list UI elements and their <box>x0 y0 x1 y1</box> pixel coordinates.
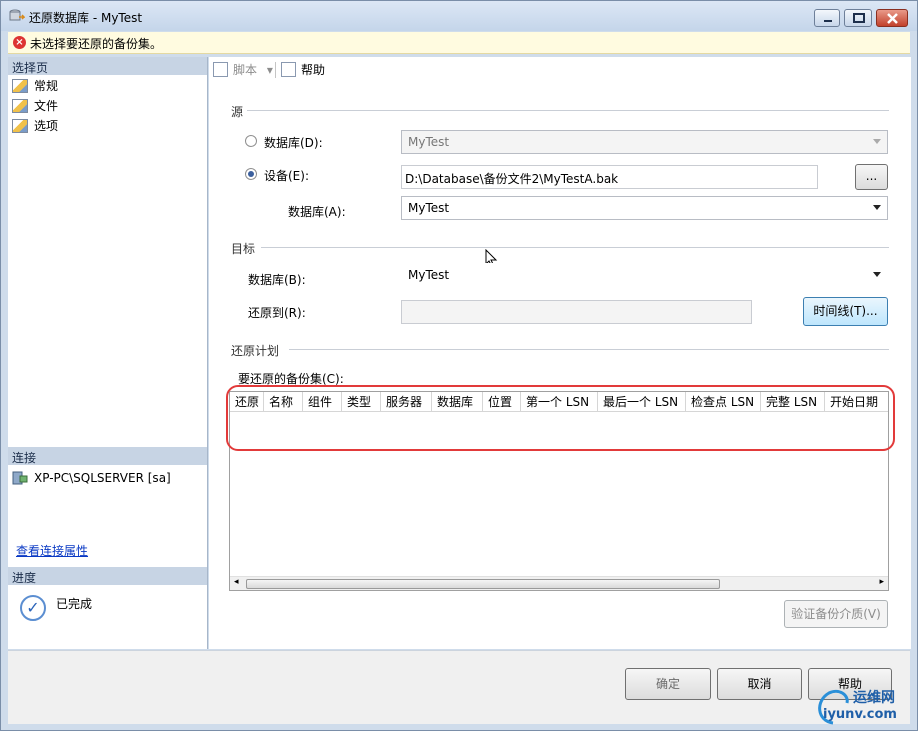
page-general-label: 常规 <box>34 79 59 93</box>
page-files[interactable]: 文件 <box>12 97 58 115</box>
restore-to-field[interactable] <box>401 300 752 324</box>
device-label: 设备(E): <box>264 169 309 183</box>
maximize-icon <box>853 13 865 23</box>
title-bar: 还原数据库 - MyTest <box>1 1 917 31</box>
annotation-highlight <box>226 385 895 451</box>
watermark-brand: 运维网 <box>853 690 895 706</box>
database-restore-icon <box>9 9 25 21</box>
page-icon <box>12 79 28 93</box>
device-path-field[interactable]: D:\Database\备份文件2\MyTestA.bak <box>401 165 818 189</box>
dialog-buttons-bar: 确定 取消 帮助 <box>8 650 910 724</box>
script-button[interactable]: 脚本 ▾ <box>213 61 273 79</box>
page-icon <box>12 119 28 133</box>
maximize-button[interactable] <box>844 9 872 27</box>
help-toolbar-button[interactable]: 帮助 <box>281 61 325 79</box>
minimize-icon <box>824 20 832 22</box>
page-options[interactable]: 选项 <box>12 117 58 135</box>
restore-to-label: 还原到(R): <box>248 306 306 320</box>
plan-section-title: 还原计划 <box>231 344 280 358</box>
cancel-button[interactable]: 取消 <box>717 668 802 700</box>
close-button[interactable] <box>876 9 908 27</box>
divider <box>261 247 889 248</box>
timeline-button[interactable]: 时间线(T)... <box>803 297 888 326</box>
script-label: 脚本 <box>233 63 258 77</box>
chevron-down-icon <box>873 205 881 210</box>
connection-server: XP-PC\SQLSERVER [sa] <box>12 469 171 487</box>
progress-header: 进度 <box>8 567 207 585</box>
error-message: 未选择要还原的备份集。 <box>30 37 163 51</box>
watermark-logo: 运维网 iyunv.com <box>813 685 917 727</box>
horizontal-scrollbar[interactable]: ◂ ▸ <box>230 576 888 590</box>
scrollbar-thumb[interactable] <box>246 579 720 589</box>
chevron-down-icon <box>873 139 881 144</box>
watermark-url: iyunv.com <box>823 707 897 722</box>
right-panel: 脚本 ▾ 帮助 源 数据库(D): MyTest 设备(E): D:\Datab… <box>209 57 911 649</box>
verify-backup-media-button[interactable]: 验证备份介质(V) <box>784 600 888 628</box>
page-general[interactable]: 常规 <box>12 77 58 95</box>
help-toolbar-label: 帮助 <box>301 63 326 77</box>
device-path-value: D:\Database\备份文件2\MyTestA.bak <box>405 172 619 186</box>
divider <box>247 110 889 111</box>
page-icon <box>12 99 28 113</box>
close-icon <box>887 13 898 24</box>
toolbar: 脚本 ▾ 帮助 <box>209 57 911 83</box>
progress-status: 已完成 <box>56 597 93 611</box>
source-database-label: 数据库(D): <box>264 136 323 150</box>
page-files-label: 文件 <box>34 99 59 113</box>
script-icon <box>213 62 228 77</box>
divider <box>289 349 889 350</box>
check-icon: ✓ <box>20 595 46 621</box>
left-panel: 选择页 常规 文件 选项 连接 XP-PC\SQLSERVER [sa] 查看连… <box>8 57 208 649</box>
device-radio[interactable] <box>245 168 257 180</box>
error-banner: × 未选择要还原的备份集。 <box>8 32 910 54</box>
source-database-a-value: MyTest <box>408 201 450 215</box>
connection-header: 连接 <box>8 447 207 465</box>
target-database-combo[interactable]: MyTest <box>401 263 888 287</box>
chevron-down-icon <box>873 272 881 277</box>
ok-button[interactable]: 确定 <box>625 668 711 700</box>
source-section-title: 源 <box>231 105 244 119</box>
toolbar-divider <box>275 62 276 78</box>
select-page-header: 选择页 <box>8 57 207 75</box>
server-name: XP-PC\SQLSERVER [sa] <box>34 471 171 485</box>
source-database-value: MyTest <box>408 135 450 149</box>
error-icon: × <box>13 36 26 49</box>
source-database-a-select[interactable]: MyTest <box>401 196 888 220</box>
chevron-down-icon: ▾ <box>266 63 273 77</box>
source-database-a-label: 数据库(A): <box>288 205 346 219</box>
window-title: 还原数据库 - MyTest <box>29 11 143 25</box>
server-icon <box>12 471 28 485</box>
minimize-button[interactable] <box>814 9 840 27</box>
browse-device-button[interactable]: ... <box>855 164 888 190</box>
database-radio[interactable] <box>245 135 257 147</box>
view-connection-properties-link[interactable]: 查看连接属性 <box>16 542 88 559</box>
target-section-title: 目标 <box>231 242 256 256</box>
scroll-left-icon[interactable]: ◂ <box>234 577 239 587</box>
target-database-label: 数据库(B): <box>248 273 306 287</box>
help-icon <box>281 62 296 77</box>
source-database-select[interactable]: MyTest <box>401 130 888 154</box>
scroll-right-icon[interactable]: ▸ <box>879 577 884 587</box>
page-options-label: 选项 <box>34 119 59 133</box>
restore-database-window: 还原数据库 - MyTest × 未选择要还原的备份集。 选择页 常规 文件 选… <box>0 0 918 731</box>
target-database-value: MyTest <box>408 268 450 282</box>
